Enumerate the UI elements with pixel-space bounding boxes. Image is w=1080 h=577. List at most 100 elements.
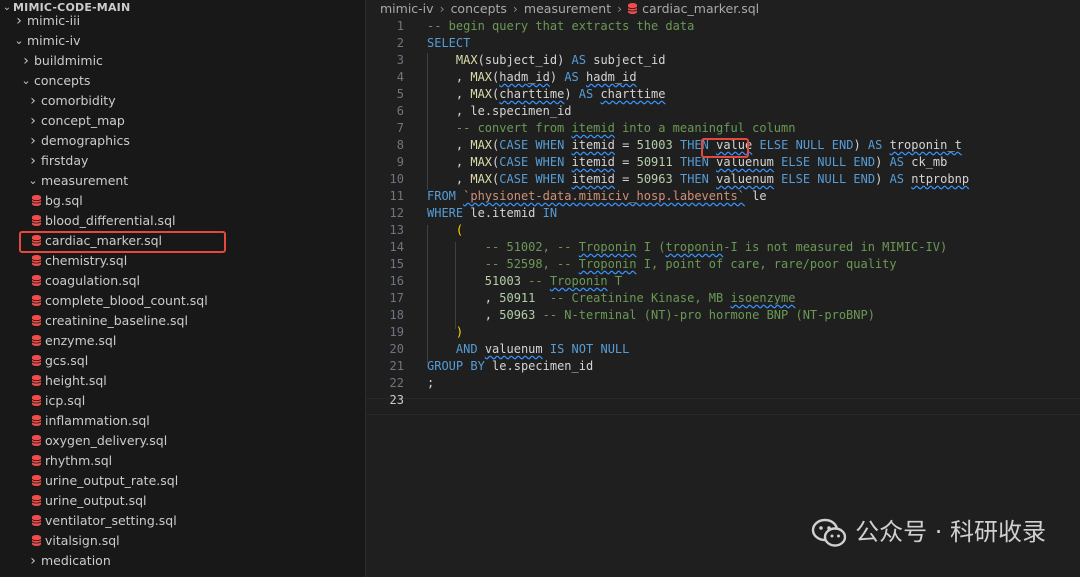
tree-file-rhythm[interactable]: rhythm.sql <box>0 451 365 471</box>
tree-folder-medication[interactable]: › medication <box>0 551 365 571</box>
tree-folder-concept-map[interactable]: › concept_map <box>0 111 365 131</box>
line-number: 4 <box>396 70 404 84</box>
tree-file-gcs[interactable]: gcs.sql <box>0 351 365 371</box>
tree-folder-firstday[interactable]: › firstday <box>0 151 365 171</box>
tree-file-urine-output-rate[interactable]: urine_output_rate.sql <box>0 471 365 491</box>
tree-item-label: concepts <box>34 73 91 88</box>
tree-item-label: concept_map <box>41 113 125 128</box>
code-line-19[interactable]: ) <box>427 324 463 341</box>
tree-file-vitalsign[interactable]: vitalsign.sql <box>0 531 365 551</box>
tree-file-creatinine-baseline[interactable]: creatinine_baseline.sql <box>0 311 365 331</box>
tree-file-height[interactable]: height.sql <box>0 371 365 391</box>
database-icon <box>32 295 41 306</box>
breadcrumb-item[interactable]: measurement <box>524 1 611 16</box>
wechat-icon <box>811 518 847 547</box>
database-icon <box>32 455 41 466</box>
tree-item-label: height.sql <box>45 373 107 388</box>
tree-file-oxygen-delivery[interactable]: oxygen_delivery.sql <box>0 431 365 451</box>
code-line-17[interactable]: , 50911 -- Creatinine Kinase, MB isoenzy… <box>427 290 796 307</box>
database-icon <box>32 515 41 526</box>
chevron-right-icon: › <box>617 1 623 16</box>
code-line-16[interactable]: 51003 -- Troponin T <box>427 273 622 290</box>
tree-file-chemistry[interactable]: chemistry.sql <box>0 251 365 271</box>
database-icon <box>32 255 41 266</box>
breadcrumb-item[interactable]: concepts <box>451 1 507 16</box>
tree-file-bg[interactable]: bg.sql <box>0 191 365 211</box>
tree-item-label: bg.sql <box>45 193 83 208</box>
database-icon <box>32 415 41 426</box>
line-number: 23 <box>389 393 404 407</box>
tree-item-label: coagulation.sql <box>45 273 141 288</box>
tree-folder-comorbidity[interactable]: › comorbidity <box>0 91 365 111</box>
tree-folder-demographics[interactable]: › demographics <box>0 131 365 151</box>
line-number: 19 <box>389 325 404 339</box>
chevron-right-icon: › <box>30 153 36 169</box>
value-highlight-box <box>701 138 749 158</box>
line-number: 11 <box>389 189 404 203</box>
tree-folder-measurement[interactable]: ⌄ measurement <box>0 171 365 191</box>
code-line-3[interactable]: MAX(subject_id) AS subject_id <box>427 52 666 69</box>
tree-folder-mimic-iii[interactable]: › mimic-iii <box>0 11 365 31</box>
code-line-20[interactable]: AND valuenum IS NOT NULL <box>427 341 629 358</box>
chevron-right-icon: › <box>30 113 36 129</box>
line-number: 13 <box>389 223 404 237</box>
code-line-15[interactable]: -- 52598, -- Troponin I, point of care, … <box>427 256 897 273</box>
line-number: 6 <box>396 104 404 118</box>
database-icon <box>32 335 41 346</box>
tree-file-blood-differential[interactable]: blood_differential.sql <box>0 211 365 231</box>
line-number: 2 <box>396 36 404 50</box>
code-line-4[interactable]: , MAX(hadm_id) AS hadm_id <box>427 69 637 86</box>
database-icon <box>32 535 41 546</box>
tree-item-label: mimic-iv <box>27 33 81 48</box>
tree-item-label: comorbidity <box>41 93 116 108</box>
code-line-6[interactable]: , le.specimen_id <box>427 103 572 120</box>
chevron-down-icon: ⌄ <box>21 74 31 87</box>
tree-file-coagulation[interactable]: coagulation.sql <box>0 271 365 291</box>
code-line-9[interactable]: , MAX(CASE WHEN itemid = 50911 THEN valu… <box>427 154 947 171</box>
line-number: 1 <box>396 19 404 33</box>
code-line-1[interactable]: -- begin query that extracts the data <box>427 18 694 35</box>
tree-folder-buildmimic[interactable]: › buildmimic <box>0 51 365 71</box>
line-number: 3 <box>396 53 404 67</box>
database-icon <box>32 195 41 206</box>
line-number: 21 <box>389 359 404 373</box>
tree-file-icp[interactable]: icp.sql <box>0 391 365 411</box>
chevron-right-icon: › <box>16 13 22 29</box>
database-icon <box>32 475 41 486</box>
code-line-2[interactable]: SELECT <box>427 35 470 52</box>
tree-file-enzyme[interactable]: enzyme.sql <box>0 331 365 351</box>
current-line-highlight <box>366 398 1080 415</box>
code-line-13[interactable]: ( <box>427 222 463 239</box>
breadcrumb-item[interactable]: mimic-iv <box>380 1 434 16</box>
code-line-11[interactable]: FROM `physionet-data.mimiciv_hosp.labeve… <box>427 188 767 205</box>
chevron-right-icon: › <box>512 1 518 16</box>
database-icon <box>32 495 41 506</box>
database-icon <box>32 215 41 226</box>
tree-file-inflammation[interactable]: inflammation.sql <box>0 411 365 431</box>
code-editor[interactable]: mimic-iv › concepts › measurement › cardiac_ma… <box>366 0 1080 577</box>
code-line-5[interactable]: , MAX(charttime) AS charttime <box>427 86 666 103</box>
code-line-18[interactable]: , 50963 -- N-terminal (NT)-pro hormone B… <box>427 307 875 324</box>
line-number: 22 <box>389 376 404 390</box>
code-line-7[interactable]: -- convert from itemid into a meaningful… <box>427 120 796 137</box>
breadcrumb-item[interactable]: cardiac_marker.sql <box>642 1 759 16</box>
chevron-right-icon: › <box>30 93 36 109</box>
code-line-8[interactable]: , MAX(CASE WHEN itemid = 51003 THEN valu… <box>427 137 962 154</box>
chevron-down-icon: ⌄ <box>28 174 38 187</box>
tree-item-label: rhythm.sql <box>45 453 113 468</box>
code-line-21[interactable]: GROUP BY le.specimen_id <box>427 358 593 375</box>
tree-file-complete-blood-count[interactable]: complete_blood_count.sql <box>0 291 365 311</box>
tree-item-label: vitalsign.sql <box>45 533 120 548</box>
tree-item-label: urine_output.sql <box>45 493 147 508</box>
tree-folder-concepts[interactable]: ⌄ concepts <box>0 71 365 91</box>
code-line-12[interactable]: WHERE le.itemid IN <box>427 205 557 222</box>
tree-file-urine-output[interactable]: urine_output.sql <box>0 491 365 511</box>
tree-item-label: measurement <box>41 173 129 188</box>
code-line-22[interactable]: ; <box>427 375 434 392</box>
code-line-14[interactable]: -- 51002, -- Troponin I (troponin-I is n… <box>427 239 947 256</box>
tree-folder-mimic-iv[interactable]: ⌄ mimic-iv <box>0 31 365 51</box>
tree-file-ventilator-setting[interactable]: ventilator_setting.sql <box>0 511 365 531</box>
chevron-right-icon: › <box>23 53 29 69</box>
tree-item-label: medication <box>41 553 111 568</box>
code-line-10[interactable]: , MAX(CASE WHEN itemid = 50963 THEN valu… <box>427 171 969 188</box>
